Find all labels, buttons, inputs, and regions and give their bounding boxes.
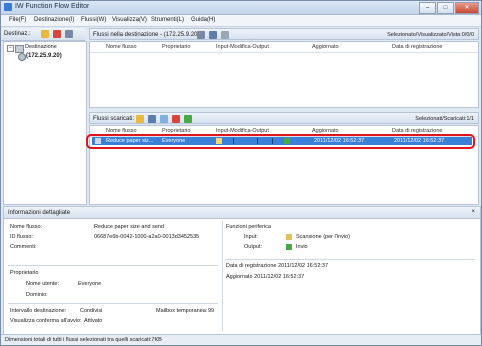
owner-section-title: Proprietario: [10, 270, 39, 276]
dest-flows-header: Flussi nella destinazione - (172.25.9.20…: [89, 28, 479, 40]
title-bar: IW Function Flow Editor – □ ✕: [1, 1, 481, 15]
dest-flows-title: Flussi nella destinazione - (172.25.9.20…: [93, 32, 202, 38]
flow-id-value: 06687e6b-0042-1000-a2a0-0013d3452535: [94, 234, 200, 240]
device-functions-title: Funzioni periferica: [226, 224, 271, 230]
destination-tree: − Destinazione (172.25.9.20): [3, 41, 87, 205]
output-value: Invio: [296, 244, 308, 250]
computer-icon: [15, 45, 24, 53]
tree-expander[interactable]: −: [7, 45, 14, 52]
col-owner[interactable]: Proprietario: [162, 44, 190, 50]
menu-flussi[interactable]: Flussi(W): [81, 17, 106, 23]
input-value: Scansione (per l'invio): [296, 234, 350, 240]
comments-label: Commenti:: [10, 244, 37, 250]
menu-strumenti[interactable]: Strumenti(L): [151, 17, 184, 23]
col-input-output[interactable]: Input-Modifica-Output: [216, 44, 269, 50]
window-title: IW Function Flow Editor: [15, 3, 90, 10]
input-label: Input:: [244, 234, 258, 240]
details-panel: Informazioni dettagliate × Nome flusso: …: [3, 206, 481, 335]
domain-label: Dominio:: [26, 292, 48, 298]
registration-date: Data di registrazione 2011/12/02 16:52:3…: [226, 263, 329, 269]
details-title: Informazioni dettagliate: [8, 210, 71, 216]
minimize-button[interactable]: –: [419, 2, 436, 14]
col-flow-name[interactable]: Nome flusso: [106, 44, 137, 50]
destination-properties-icon[interactable]: [65, 30, 73, 38]
highlight-box: [86, 134, 475, 149]
delete-flow-icon[interactable]: [172, 115, 180, 123]
close-button[interactable]: ✕: [455, 2, 479, 14]
flow-name-value: Reduce paper size and send: [94, 224, 165, 230]
flow-download-icon[interactable]: [209, 31, 217, 39]
details-header: Informazioni dettagliate ×: [4, 207, 480, 219]
interval-value: Condivisi: [80, 308, 103, 314]
add-destination-icon[interactable]: [41, 30, 49, 38]
updated-date: Aggiornato 2011/12/02 16:52:37: [226, 274, 305, 280]
destination-toolbar: Destinaz.:: [1, 28, 85, 41]
flow-id-label: ID flusso:: [10, 234, 33, 240]
mailbox-label: Mailbox temporanea:: [156, 308, 208, 314]
tree-root-label[interactable]: Destinazione: [25, 44, 57, 50]
maximize-button[interactable]: □: [437, 2, 454, 14]
copy-flow-icon[interactable]: [160, 115, 168, 123]
dest-flows-status: Selezionato/Visualizzato/Vista:0/0/0: [387, 32, 474, 38]
dest-flows-list[interactable]: Nome flusso Proprietario Input-Modifica-…: [89, 41, 479, 108]
flows-panel: Flussi nella destinazione - (172.25.9.20…: [89, 28, 479, 205]
vertical-divider: [222, 221, 223, 331]
menu-bar: File(F) Destinazione(I) Flussi(W) Visual…: [1, 15, 481, 27]
edit-flow-icon[interactable]: [148, 115, 156, 123]
scanner-icon: [286, 234, 292, 240]
open-flow-icon[interactable]: [136, 115, 144, 123]
status-text: Dimensioni totali di tutti i flussi sele…: [5, 337, 162, 343]
dest-flows-columns: Nome flusso Proprietario Input-Modifica-…: [90, 42, 478, 53]
mailbox-value: 99: [208, 308, 215, 314]
app-window: IW Function Flow Editor – □ ✕ File(F) De…: [0, 0, 482, 346]
divider: [8, 265, 218, 266]
menu-visualizza[interactable]: Visualizza(V): [112, 17, 147, 23]
menu-file[interactable]: File(F): [9, 17, 26, 23]
status-bar: Dimensioni totali di tutti i flussi sele…: [1, 334, 481, 345]
flow-export-icon[interactable]: [221, 31, 229, 39]
downloaded-flows-header: Flussi scaricati: Selezionati/Scaricati:…: [89, 112, 479, 124]
tree-child-label[interactable]: (172.25.9.20): [26, 53, 62, 59]
divider: [225, 259, 475, 260]
divider: [8, 303, 218, 304]
flow-name-label: Nome flusso:: [10, 224, 43, 230]
downloaded-flows-status: Selezionati/Scaricati:1/1: [415, 116, 474, 122]
downloaded-flows-title: Flussi scaricati:: [93, 116, 135, 122]
flow-view-icon[interactable]: [197, 31, 205, 39]
confirm-value: Attivato: [84, 318, 103, 324]
app-icon: [4, 3, 12, 11]
details-close-icon[interactable]: ×: [471, 209, 475, 215]
confirm-label: Visualizza conferma all'avvio:: [10, 318, 82, 324]
output-label: Output:: [244, 244, 263, 250]
col-registered[interactable]: Data di registrazione: [392, 44, 442, 50]
upload-flow-icon[interactable]: [184, 115, 192, 123]
device-icon: [18, 53, 26, 61]
col-updated[interactable]: Aggiornato: [312, 44, 339, 50]
menu-guida[interactable]: Guida(H): [191, 17, 215, 23]
send-icon: [286, 244, 292, 250]
menu-destinazione[interactable]: Destinazione(I): [34, 17, 74, 23]
delete-destination-icon[interactable]: [53, 30, 61, 38]
destination-label: Destinaz.:: [4, 31, 31, 37]
username-label: Nome utente:: [26, 281, 60, 287]
username-value: Everyone: [78, 281, 102, 287]
interval-label: Intervallo destinazione:: [10, 308, 67, 314]
